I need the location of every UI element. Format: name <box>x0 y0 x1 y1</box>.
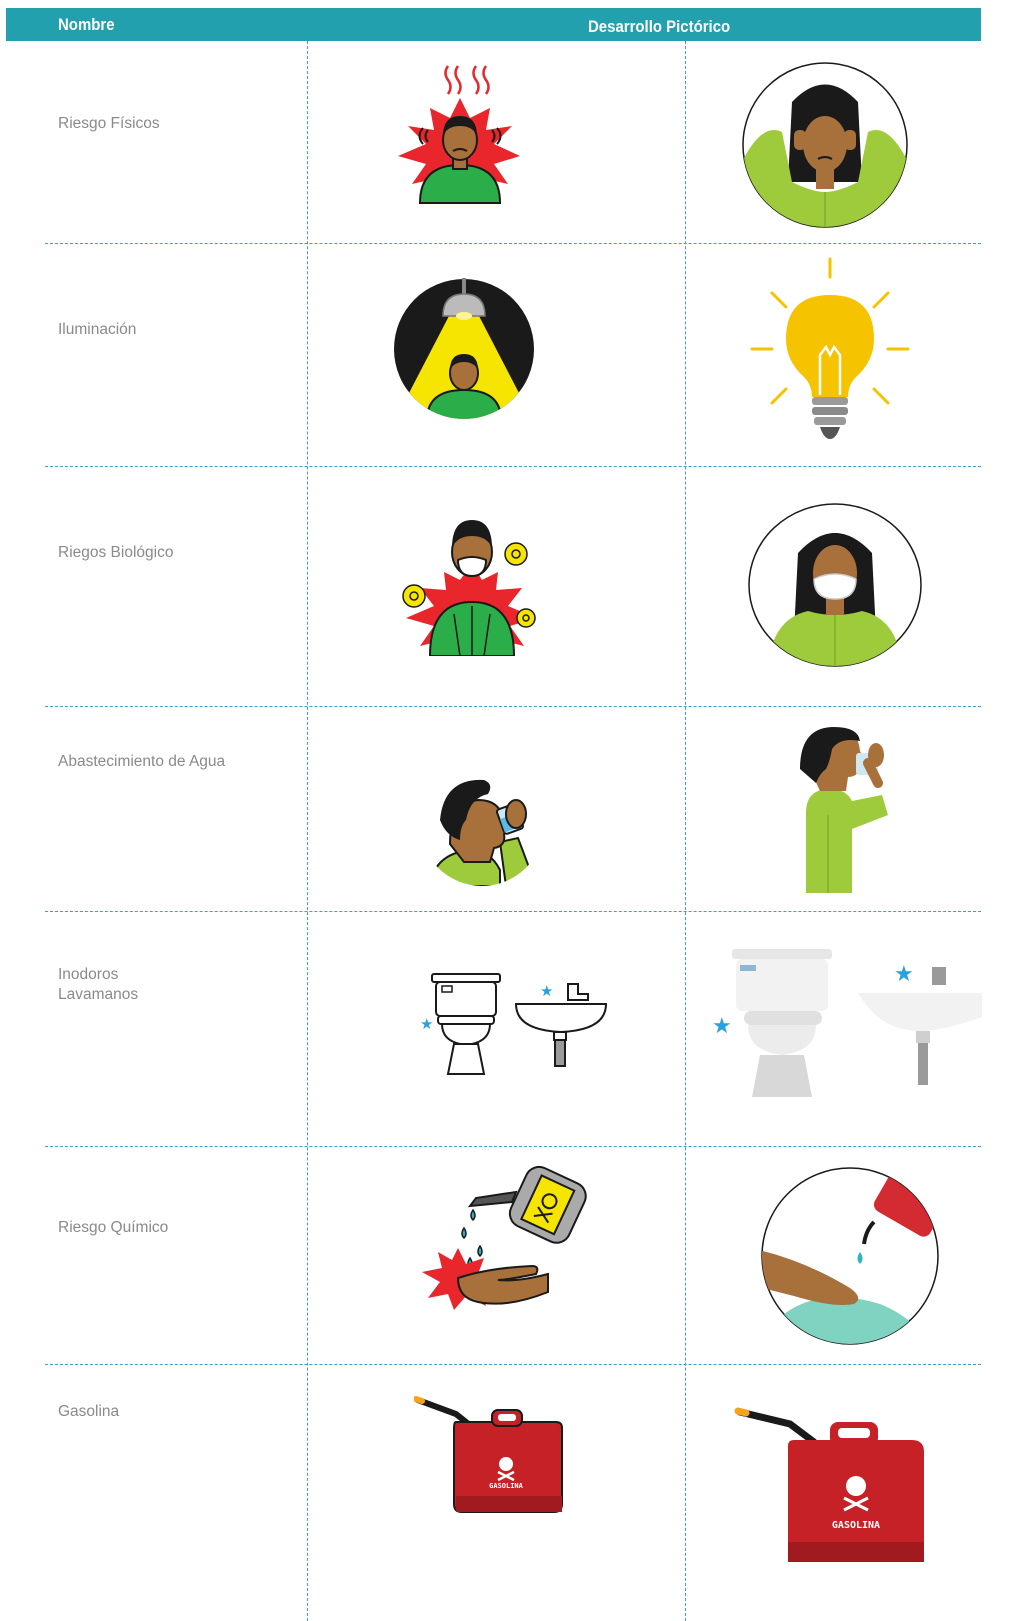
biological-risk-pictogram <box>400 514 542 656</box>
gasoline-can-detailed-label: GASOLINA <box>832 1520 880 1531</box>
toilet-sink-pictogram: ★ ★ <box>418 972 608 1078</box>
svg-text:★: ★ <box>420 1015 433 1033</box>
column-divider-1 <box>307 41 308 1621</box>
water-supply-pictogram <box>420 760 544 886</box>
row-divider <box>45 911 981 912</box>
table-header: Nombre Desarrollo Pictórico <box>6 8 981 41</box>
gasoline-can-detailed-pictogram: GASOLINA <box>734 1400 930 1570</box>
physical-risk-detailed-pictogram <box>742 62 908 228</box>
svg-text:★: ★ <box>894 962 914 987</box>
row-label-biological-risk: Riegos Biológico <box>58 544 174 561</box>
water-supply-detailed-pictogram <box>796 725 892 893</box>
row-label-chemical-risk: Riesgo Químico <box>58 1219 169 1236</box>
physical-risk-pictogram <box>390 60 530 210</box>
row-label-toilets-line2: Lavamanos <box>58 986 139 1003</box>
gasoline-can-pictogram: GASOLINA <box>414 1392 566 1522</box>
chemical-risk-pictogram <box>418 1162 588 1310</box>
chemical-risk-detailed-pictogram <box>760 1160 940 1348</box>
header-development-column: Desarrollo Pictórico <box>588 17 731 36</box>
lighting-pictogram <box>393 278 535 420</box>
row-divider <box>45 243 981 244</box>
svg-text:★: ★ <box>712 1014 732 1039</box>
row-divider <box>45 466 981 467</box>
row-label-water-supply: Abastecimiento de Agua <box>58 753 226 770</box>
row-label-toilets: Inodoros Lavamanos <box>58 965 138 1005</box>
row-divider <box>45 1364 981 1365</box>
gasoline-can-label: GASOLINA <box>489 1482 524 1490</box>
row-divider <box>45 1146 981 1147</box>
biological-risk-detailed-pictogram <box>748 503 922 667</box>
row-label-lighting: Iluminación <box>58 321 137 338</box>
column-divider-2 <box>685 41 686 1621</box>
row-divider <box>45 706 981 707</box>
lightbulb-icon <box>750 257 910 442</box>
toilet-sink-detailed-pictogram: ★ ★ <box>712 945 982 1097</box>
row-label-gasoline: Gasolina <box>58 1403 120 1420</box>
header-name-column: Nombre <box>58 15 115 34</box>
svg-text:★: ★ <box>540 982 553 1000</box>
row-label-toilets-line1: Inodoros <box>58 966 119 983</box>
row-label-physical-risk: Riesgo Físicos <box>58 115 160 132</box>
